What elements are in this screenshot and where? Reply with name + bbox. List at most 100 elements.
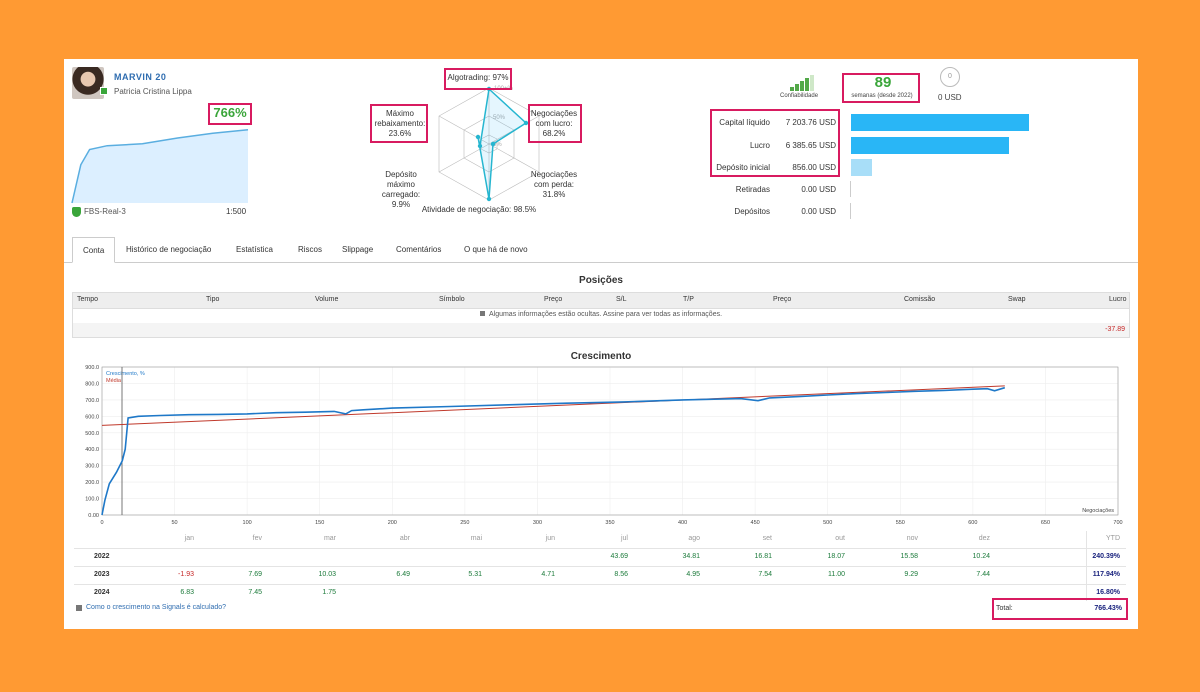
deposits-bar-axis [850,203,851,219]
month-header: fev [252,535,262,542]
row-divider [74,584,1126,585]
signal-name[interactable]: MARVIN 20 [114,72,166,82]
x-tick-label: 400 [678,520,687,526]
tab-bar: Conta Histórico de negociação Estatístic… [64,237,1138,263]
col-comissao[interactable]: Comissão [904,296,935,303]
month-header: ago [688,535,700,542]
reliability-icon [800,81,804,91]
month-value: 6.49 [396,571,410,578]
positions-table: Tempo Tipo Volume Símbolo Preço S/L T/P … [72,292,1130,338]
x-tick-label: 700 [1113,520,1122,526]
reliability-icon [805,78,809,91]
total-value: 766.43% [1094,605,1122,612]
month-header: abr [399,535,410,542]
total-label: Total: [996,605,1013,612]
y-tick-label: 800.0 [85,381,99,387]
ytd-separator [1086,531,1087,601]
col-tempo[interactable]: Tempo [77,296,98,303]
month-value: 4.71 [541,571,555,578]
col-preco-2[interactable]: Preço [773,296,791,303]
x-tick-label: 200 [388,520,397,526]
hidden-info-text[interactable]: Algumas informações estão ocultas. Assin… [489,311,722,318]
monthly-table: jan fev mar abr mai jun jul ago set out nov dez YTD 2… [74,531,1134,601]
month-value: 10.03 [318,571,336,578]
x-tick-label: 150 [315,520,324,526]
row-divider [74,566,1126,567]
tab-novidades[interactable]: O que há de novo [454,237,538,263]
growth-chart: 0 50 100 150 200 250 300 350 400 450 500 550 600 650 7… [85,365,1122,526]
tab-historico[interactable]: Histórico de negociação [116,237,221,263]
y-tick-label: 0.00 [88,513,99,519]
col-preco[interactable]: Preço [544,296,562,303]
month-value: 16.81 [754,553,772,560]
positions-title: Posições [579,275,623,286]
deposits-value: 0.00 USD [801,207,836,216]
subscribers-value: 0 USD [938,93,962,102]
positions-total-row: -37.89 [73,323,1129,337]
radar-point-drawdown [477,143,483,149]
account-name: FBS-Real-3 [84,207,126,216]
y-tick-label: 900.0 [85,365,99,371]
x-tick-label: 600 [968,520,977,526]
col-swap[interactable]: Swap [1008,296,1026,303]
month-value: 5.31 [468,571,482,578]
month-value: 7.69 [248,571,262,578]
hidden-info-note: Algumas informações estão ocultas. Assin… [73,311,1129,318]
radar-label-deposit-load: Depósito máximo carregado: 9.9% [381,170,421,209]
month-header: jan [184,535,194,542]
reliability-icon [795,84,799,91]
month-value: 4.95 [686,571,700,578]
month-header: jul [620,535,628,542]
ytd-value: 117.94% [1092,571,1120,578]
month-header: mai [470,535,482,542]
highlight-box [710,109,840,177]
col-volume[interactable]: Volume [315,296,338,303]
month-value: 11.00 [828,571,845,578]
mini-growth-chart [71,129,249,204]
radar-point-loss [490,141,496,147]
leverage: 1:500 [226,207,247,216]
month-value: 34.81 [682,553,700,560]
radar-label-activity: Atividade de negociação: 98.5% [421,205,537,214]
x-tick-label: 550 [896,520,905,526]
equity-bar [851,114,1029,131]
x-axis-label: Negociações [1082,508,1114,514]
author-name[interactable]: Patricia Cristina Lippa [114,87,192,96]
col-tp[interactable]: T/P [683,296,694,303]
month-header: mar [323,535,336,542]
month-value: -1.93 [178,571,194,578]
radar-polygon [477,87,528,200]
month-value: 8.56 [614,571,628,578]
col-tipo[interactable]: Tipo [206,296,219,303]
y-tick-label: 500.0 [85,431,99,437]
year-label: 2023 [94,571,110,578]
lock-icon [479,311,485,316]
month-header: YTD [1106,535,1120,542]
x-tick-label: 650 [1041,520,1050,526]
series-growth [101,386,1006,516]
highlight-box [444,68,512,90]
tab-comentarios[interactable]: Comentários [386,237,451,263]
tab-riscos[interactable]: Riscos [288,237,332,263]
profit-bar [851,137,1009,154]
x-tick-label: 0 [100,520,103,526]
year-label: 2024 [94,589,110,596]
month-value: 1.75 [322,589,336,596]
x-tick-label: 450 [751,520,760,526]
reliability-label: Confiabilidade [780,93,819,99]
y-tick-label: 300.0 [85,464,99,470]
growth-calc-link[interactable]: Como o crescimento na Signals é calculad… [86,604,226,611]
col-lucro[interactable]: Lucro [1109,296,1127,303]
month-value: 7.44 [976,571,990,578]
month-header: out [835,535,845,542]
col-sl[interactable]: S/L [616,296,627,303]
tab-slippage[interactable]: Slippage [332,237,383,263]
month-value: 6.83 [180,589,194,596]
col-simbolo[interactable]: Símbolo [439,296,465,303]
x-tick-label: 50 [172,520,178,526]
tab-conta[interactable]: Conta [72,237,116,263]
legend-growth: Crescimento, % [106,371,145,377]
shield-icon [72,207,81,217]
tab-estatistica[interactable]: Estatística [226,237,283,263]
highlight-box [842,73,920,103]
